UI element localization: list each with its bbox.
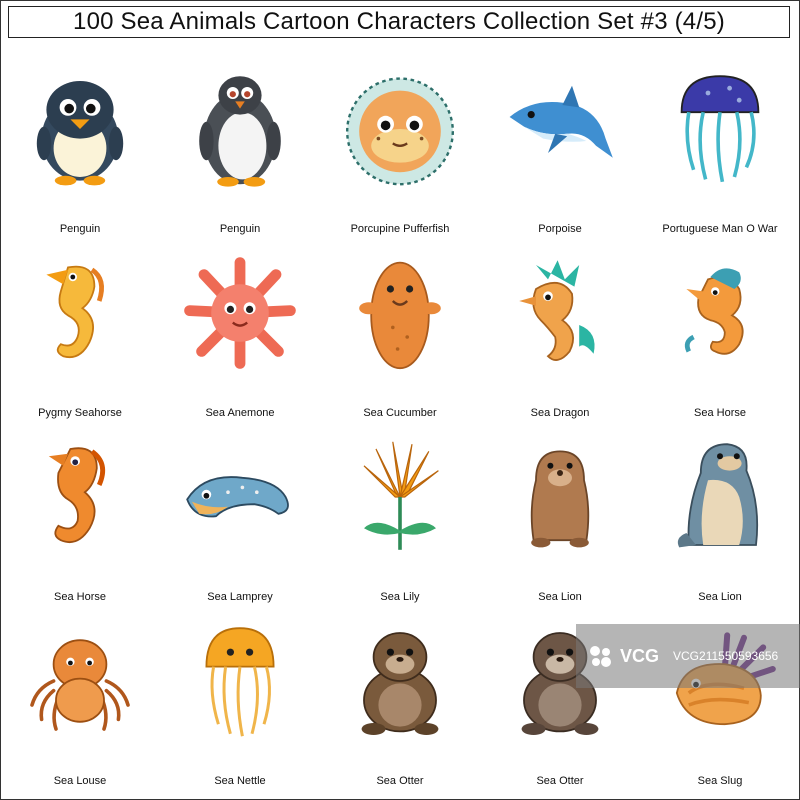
item-label: Sea Horse	[694, 407, 746, 419]
title-box: 100 Sea Animals Cartoon Characters Colle…	[8, 6, 790, 38]
grid-item: Sea Dragon	[480, 244, 640, 428]
item-label: Sea Cucumber	[363, 407, 437, 419]
sea-dragon-icon	[495, 248, 625, 378]
item-label: Sea Otter	[376, 775, 424, 787]
item-label: Sea Lion	[698, 591, 742, 603]
item-label: Porpoise	[538, 223, 582, 235]
sea-lily-icon	[335, 432, 465, 562]
item-label: Sea Nettle	[214, 775, 266, 787]
item-label: Sea Otter	[536, 775, 584, 787]
item-label: Sea Horse	[54, 591, 106, 603]
penguin-icon	[15, 64, 145, 194]
watermark: VCG VCG211550593656	[576, 624, 800, 688]
watermark-brand: VCG	[620, 645, 660, 666]
grid-item: Penguin	[0, 60, 160, 244]
item-label: Sea Anemone	[205, 407, 275, 419]
pufferfish-icon	[335, 64, 465, 194]
item-label: Sea Lily	[380, 591, 420, 603]
page-title: 100 Sea Animals Cartoon Characters Colle…	[73, 8, 725, 35]
grid-item: Porcupine Pufferfish	[320, 60, 480, 244]
item-label: Porcupine Pufferfish	[350, 223, 450, 235]
jellyfish-icon	[175, 616, 305, 746]
anemone-icon	[175, 248, 305, 378]
grid-item: Sea Lamprey	[160, 428, 320, 612]
watermark-id: VCG211550593656	[673, 649, 779, 663]
grid-item: Sea Horse	[640, 244, 800, 428]
item-label: Sea Lamprey	[207, 591, 273, 603]
grid-item: Sea Cucumber	[320, 244, 480, 428]
item-label: Sea Lion	[538, 591, 582, 603]
porpoise-icon	[495, 64, 625, 194]
grid-item: Sea Lion	[640, 428, 800, 612]
sea-louse-icon	[15, 616, 145, 746]
seahorse-icon	[15, 248, 145, 378]
grid-item: Sea Nettle	[160, 612, 320, 796]
grid-item: Pygmy Seahorse	[0, 244, 160, 428]
sea-lion-icon	[495, 432, 625, 562]
grid-item: Portuguese Man O War	[640, 60, 800, 244]
jellyfish-icon	[655, 64, 785, 194]
penguin-icon	[175, 64, 305, 194]
item-label: Penguin	[59, 223, 101, 235]
item-label: Pygmy Seahorse	[38, 407, 122, 419]
grid-item: Sea Louse	[0, 612, 160, 796]
vcg-logo-icon	[590, 646, 611, 667]
seahorse-icon	[655, 248, 785, 378]
item-label: Sea Louse	[53, 775, 107, 787]
grid-item: Sea Lion	[480, 428, 640, 612]
item-label: Sea Dragon	[530, 407, 590, 419]
grid-item: Porpoise	[480, 60, 640, 244]
grid-item: Penguin	[160, 60, 320, 244]
sea-lion-icon	[655, 432, 785, 562]
grid-item: Sea Lily	[320, 428, 480, 612]
item-label: Penguin	[219, 223, 261, 235]
item-label: Sea Slug	[697, 775, 743, 787]
seahorse-icon	[15, 432, 145, 562]
grid-item: Sea Horse	[0, 428, 160, 612]
item-label: Portuguese Man O War	[662, 223, 778, 235]
lamprey-icon	[175, 432, 305, 562]
otter-icon	[335, 616, 465, 746]
grid-item: Sea Otter	[320, 612, 480, 796]
sea-cucumber-icon	[335, 248, 465, 378]
grid-item: Sea Anemone	[160, 244, 320, 428]
